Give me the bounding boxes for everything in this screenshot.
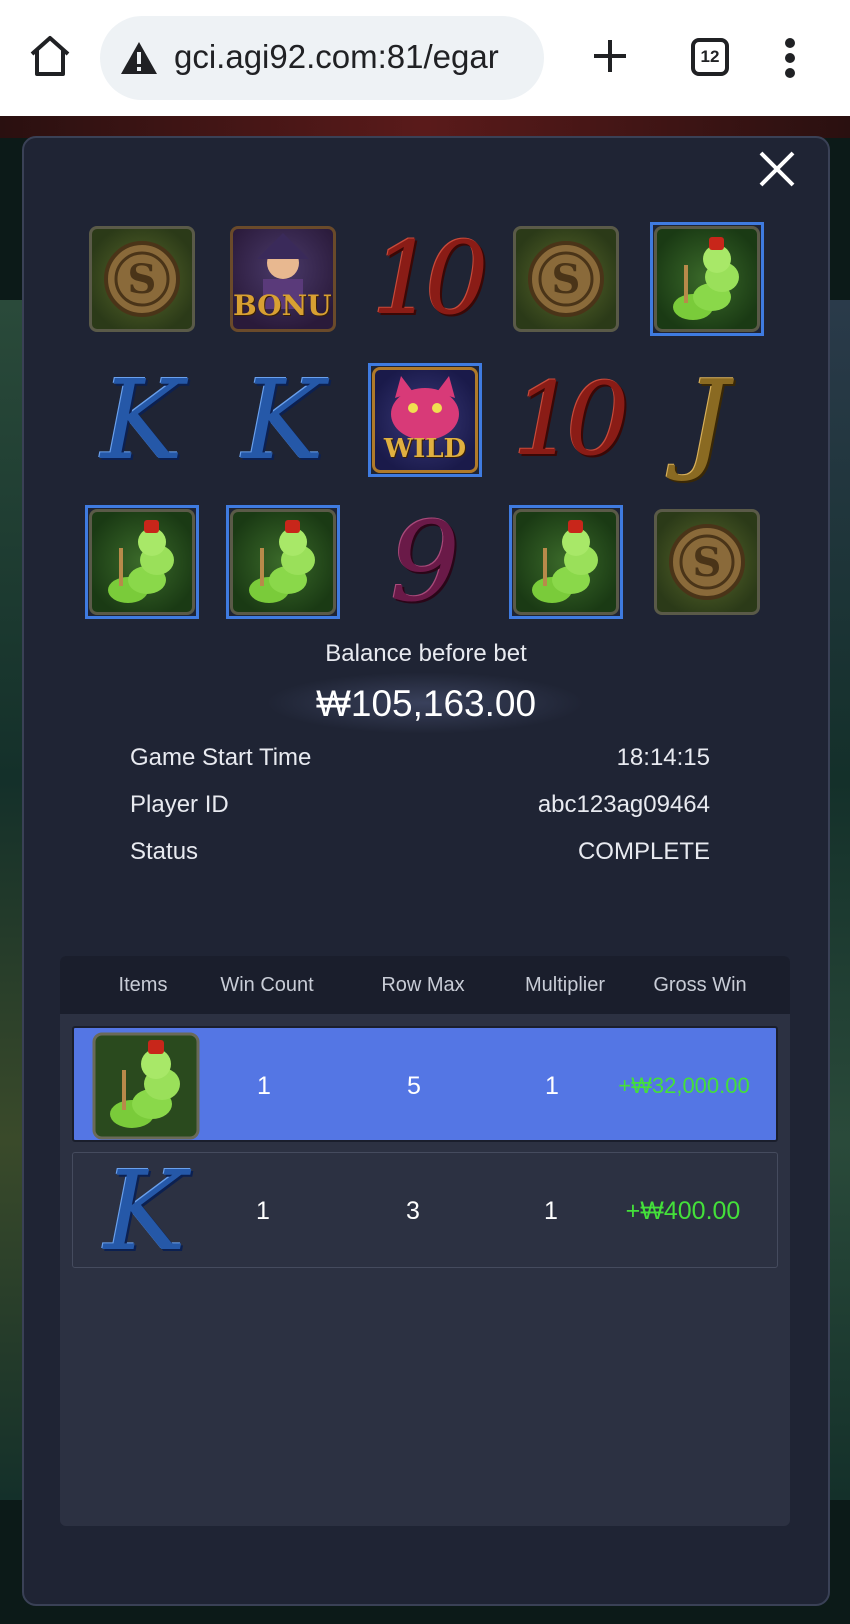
player-id-label: Player ID [130, 791, 229, 818]
row-win-count: 1 [256, 1197, 270, 1225]
close-icon[interactable] [755, 147, 799, 191]
svg-text:S: S [693, 539, 722, 586]
nine-symbol-label: 9 [390, 498, 460, 626]
win-table: Items Win Count Row Max Multiplier Gross… [60, 956, 790, 1526]
home-icon[interactable] [26, 32, 74, 80]
caterpillar-symbol [85, 505, 199, 619]
coin-symbol: S [509, 222, 623, 336]
row-gross-win: +₩32,000.00 [618, 1073, 750, 1098]
jack-symbol-label: J [684, 356, 730, 484]
info-row-status: Status COMPLETE [130, 838, 710, 870]
nine-symbol: 9 [368, 505, 482, 619]
table-row[interactable]: 1 5 1 +₩32,000.00 [72, 1026, 778, 1142]
caterpillar-icon [654, 226, 760, 332]
caterpillar-symbol [509, 505, 623, 619]
info-row-player-id: Player ID abc123ag09464 [130, 791, 710, 823]
plus-icon[interactable] [590, 36, 630, 76]
warning-icon[interactable] [120, 40, 158, 76]
row-gross-win: +₩400.00 [625, 1197, 741, 1225]
address-bar[interactable]: gci.agi92.com:81/egar [100, 16, 544, 100]
coin-symbol: S [85, 222, 199, 336]
table-row[interactable]: K 1 3 1 +₩400.00 [72, 1152, 778, 1268]
header-row-max: Row Max [381, 974, 465, 996]
start-time-value: 18:14:15 [616, 744, 710, 771]
start-time-label: Game Start Time [130, 744, 312, 771]
king-symbol-label: K [103, 1147, 187, 1275]
bonus-icon: BONUS [230, 226, 336, 332]
status-label: Status [130, 838, 199, 865]
player-id-value: abc123ag09464 [537, 791, 710, 818]
table-header: Items Win Count Row Max Multiplier Gross… [60, 956, 790, 1014]
jack-symbol: J [650, 363, 764, 477]
status-value: COMPLETE [577, 838, 710, 865]
caterpillar-symbol [650, 222, 764, 336]
caterpillar-icon [92, 1032, 200, 1140]
king-symbol-label: K [241, 356, 325, 484]
header-multiplier: Multiplier [524, 974, 606, 996]
caterpillar-icon [89, 509, 195, 615]
header-gross-win: Gross Win [653, 974, 747, 996]
row-row-max: 3 [406, 1197, 420, 1225]
coin-icon: S [654, 509, 760, 615]
url-text: gci.agi92.com:81/egar [174, 38, 499, 75]
king-symbol: K [85, 363, 199, 477]
bonus-symbol: BONUS [226, 222, 340, 336]
svg-text:S: S [128, 256, 157, 303]
balance-value: ₩105,163.00 [315, 683, 537, 724]
coin-icon: S [89, 226, 195, 332]
balance-label: Balance before bet [325, 640, 527, 667]
king-symbol-label: K [100, 356, 184, 484]
ten-symbol: 10 [509, 361, 629, 478]
coin-icon: S [513, 226, 619, 332]
caterpillar-icon [230, 509, 336, 615]
game-background-left [0, 300, 24, 1500]
game-background-top [0, 116, 850, 138]
ten-symbol-label: 10 [512, 361, 629, 478]
caterpillar-symbol [226, 505, 340, 619]
king-symbol: K [226, 363, 340, 477]
browser-toolbar: gci.agi92.com:81/egar 12 [0, 0, 850, 116]
header-win-count: Win Count [220, 974, 314, 996]
info-row-start-time: Game Start Time 18:14:15 [130, 744, 710, 776]
game-background-right [828, 300, 850, 1500]
svg-text:S: S [552, 256, 581, 303]
menu-icon[interactable] [784, 38, 796, 78]
bonus-label: BONUS [233, 289, 333, 322]
ten-symbol: 10 [368, 220, 488, 337]
wild-symbol: WILD [368, 363, 482, 477]
row-row-max: 5 [407, 1072, 421, 1100]
coin-symbol: S [650, 505, 764, 619]
tabs-button[interactable]: 12 [691, 38, 729, 76]
cheshire-cat-icon: WILD [372, 367, 478, 473]
king-symbol-icon: K [91, 1147, 199, 1275]
row-win-count: 1 [257, 1072, 271, 1100]
caterpillar-icon [513, 509, 619, 615]
ten-symbol-label: 10 [371, 220, 488, 337]
wild-label: WILD [383, 434, 467, 464]
